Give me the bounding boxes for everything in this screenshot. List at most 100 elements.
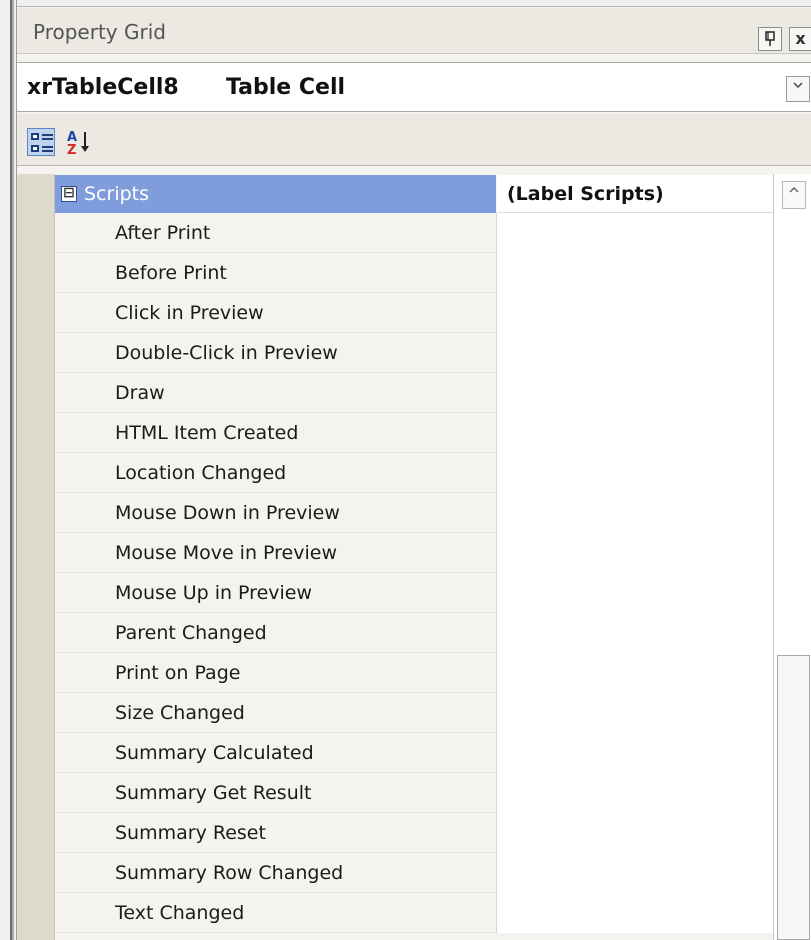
- property-name: Print on Page: [115, 662, 241, 684]
- scroll-up-button[interactable]: [782, 181, 806, 209]
- property-row[interactable]: Text Changed: [55, 893, 773, 933]
- component-dropdown-button[interactable]: [786, 76, 810, 102]
- categorized-button[interactable]: [27, 128, 55, 156]
- property-name-cell: Before Print: [55, 253, 497, 293]
- property-name: Summary Calculated: [115, 742, 314, 764]
- scroll-track[interactable]: [774, 221, 811, 655]
- property-row[interactable]: Mouse Move in Preview: [55, 533, 773, 573]
- property-value-cell[interactable]: [497, 333, 773, 373]
- property-name-cell: Print on Page: [55, 653, 497, 693]
- property-row[interactable]: Location Changed: [55, 453, 773, 493]
- property-value-cell[interactable]: [497, 293, 773, 333]
- property-name: Mouse Up in Preview: [115, 582, 313, 604]
- property-name-cell: Mouse Down in Preview: [55, 493, 497, 533]
- component-name: xrTableCell8: [27, 75, 179, 100]
- property-value-cell[interactable]: [497, 253, 773, 293]
- property-value-cell[interactable]: [497, 693, 773, 733]
- property-name: Mouse Move in Preview: [115, 542, 337, 564]
- property-row[interactable]: Summary Calculated: [55, 733, 773, 773]
- property-name: HTML Item Created: [115, 422, 299, 444]
- panel-top-border: [17, 0, 811, 7]
- property-value-cell[interactable]: [497, 893, 773, 933]
- property-row[interactable]: Mouse Up in Preview: [55, 573, 773, 613]
- property-row[interactable]: Double-Click in Preview: [55, 333, 773, 373]
- property-value-cell[interactable]: [497, 813, 773, 853]
- sort-az-icon: A Z: [67, 130, 89, 158]
- pin-icon: [765, 31, 775, 46]
- pin-button[interactable]: [758, 27, 782, 51]
- property-row[interactable]: Click in Preview: [55, 293, 773, 333]
- chevron-up-icon: [789, 186, 799, 193]
- property-name: Draw: [115, 382, 165, 404]
- property-name-cell: Double-Click in Preview: [55, 333, 497, 373]
- property-row[interactable]: After Print: [55, 213, 773, 253]
- component-type: Table Cell: [226, 75, 346, 100]
- property-name: Before Print: [115, 262, 227, 284]
- property-name: Summary Get Result: [115, 782, 312, 804]
- property-name-cell: Summary Reset: [55, 813, 497, 853]
- chevron-down-icon: [793, 82, 803, 89]
- property-name: Summary Row Changed: [115, 862, 344, 884]
- property-row[interactable]: Before Print: [55, 253, 773, 293]
- property-row[interactable]: Draw: [55, 373, 773, 413]
- property-name-cell: Summary Row Changed: [55, 853, 497, 893]
- property-value-cell[interactable]: [497, 373, 773, 413]
- property-row[interactable]: Parent Changed: [55, 613, 773, 653]
- property-row[interactable]: Size Changed: [55, 693, 773, 733]
- property-name: Size Changed: [115, 702, 245, 724]
- property-name-cell: Mouse Move in Preview: [55, 533, 497, 573]
- property-value-cell[interactable]: [497, 613, 773, 653]
- property-name: Location Changed: [115, 462, 287, 484]
- panel-title: Property Grid: [33, 20, 166, 44]
- property-grid-panel: Property Grid x xrTableCell8 Table Cell: [16, 0, 811, 940]
- vertical-scrollbar[interactable]: [773, 174, 811, 940]
- close-icon: x: [795, 29, 806, 48]
- property-value-cell[interactable]: [497, 853, 773, 893]
- property-value-cell[interactable]: [497, 573, 773, 613]
- category-value[interactable]: (Label Scripts): [497, 175, 773, 213]
- property-toolbar: A Z: [17, 114, 811, 166]
- property-row[interactable]: Summary Reset: [55, 813, 773, 853]
- component-selector[interactable]: xrTableCell8 Table Cell: [17, 62, 811, 112]
- property-row[interactable]: Summary Get Result: [55, 773, 773, 813]
- property-rows: After Print Before Print Click in Previe…: [55, 213, 773, 933]
- property-name-cell: After Print: [55, 213, 497, 253]
- property-row[interactable]: Print on Page: [55, 653, 773, 693]
- property-name: After Print: [115, 222, 211, 244]
- property-name-cell: Size Changed: [55, 693, 497, 733]
- property-name: Mouse Down in Preview: [115, 502, 340, 524]
- category-scripts[interactable]: ⊟ Scripts: [55, 175, 496, 213]
- property-value-cell[interactable]: [497, 453, 773, 493]
- property-value-cell[interactable]: [497, 533, 773, 573]
- close-button[interactable]: x: [789, 27, 811, 51]
- property-value-cell[interactable]: [497, 493, 773, 533]
- scroll-thumb[interactable]: [777, 655, 810, 940]
- property-name-cell: Parent Changed: [55, 613, 497, 653]
- category-value-text: (Label Scripts): [507, 183, 664, 205]
- collapse-icon[interactable]: ⊟: [61, 186, 77, 202]
- category-label: Scripts: [84, 183, 150, 205]
- property-name-cell: Text Changed: [55, 893, 497, 933]
- property-value-cell[interactable]: [497, 733, 773, 773]
- property-name: Parent Changed: [115, 622, 267, 644]
- property-name: Summary Reset: [115, 822, 266, 844]
- property-value-cell[interactable]: [497, 773, 773, 813]
- svg-text:Z: Z: [67, 143, 76, 156]
- property-name: Double-Click in Preview: [115, 342, 338, 364]
- property-name-cell: HTML Item Created: [55, 413, 497, 453]
- property-name-cell: Summary Get Result: [55, 773, 497, 813]
- property-name-cell: Click in Preview: [55, 293, 497, 333]
- property-name-cell: Location Changed: [55, 453, 497, 493]
- property-value-cell[interactable]: [497, 213, 773, 253]
- grid-left-strip: [17, 174, 55, 940]
- alphabetical-button[interactable]: A Z: [65, 128, 93, 158]
- panel-titlebar: Property Grid x: [17, 8, 811, 54]
- property-row[interactable]: Summary Row Changed: [55, 853, 773, 893]
- property-row[interactable]: HTML Item Created: [55, 413, 773, 453]
- property-name: Text Changed: [115, 902, 245, 924]
- property-row[interactable]: Mouse Down in Preview: [55, 493, 773, 533]
- property-value-cell[interactable]: [497, 413, 773, 453]
- left-frame-border: [0, 0, 14, 940]
- property-value-cell[interactable]: [497, 653, 773, 693]
- property-name-cell: Summary Calculated: [55, 733, 497, 773]
